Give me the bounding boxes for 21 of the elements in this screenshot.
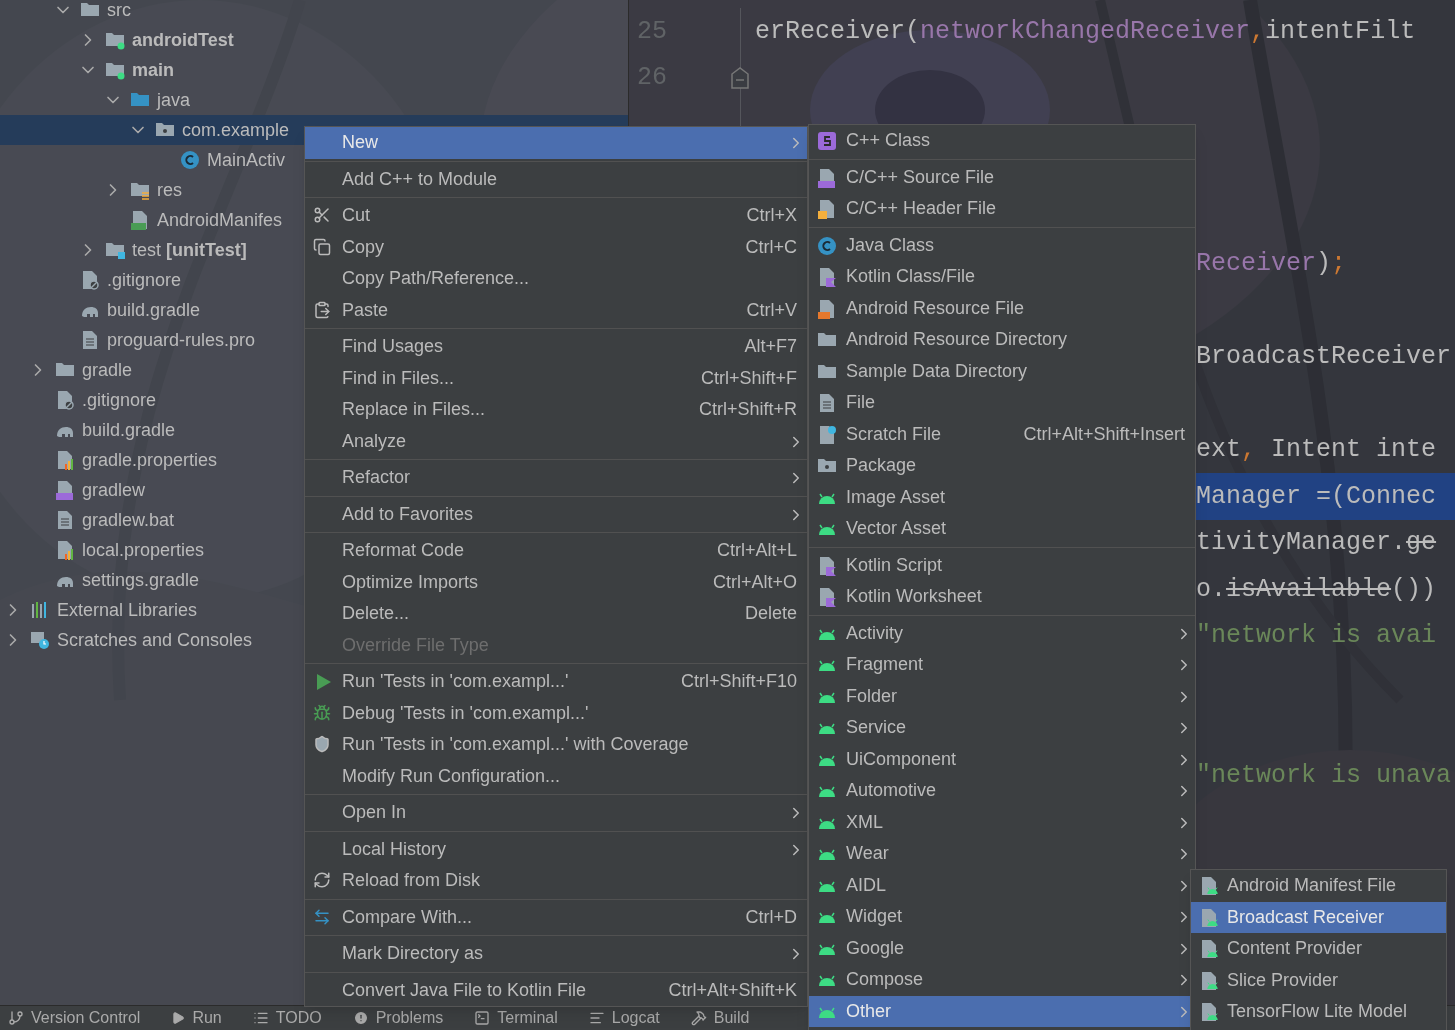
shortcut-label: Ctrl+Alt+L bbox=[716, 539, 797, 563]
shortcut-label: Ctrl+Shift+R bbox=[698, 398, 797, 422]
shortcut-label: Ctrl+D bbox=[745, 905, 797, 929]
shortcut-label: Ctrl+V bbox=[746, 298, 797, 322]
shortcut-label: Ctrl+Shift+F10 bbox=[680, 670, 797, 694]
code-line: erReceiver(networkChangedReceiver,intentFilt bbox=[755, 15, 1416, 48]
shortcut-label: Ctrl+Alt+Shift+Insert bbox=[1023, 422, 1185, 446]
code-line: Receiver); bbox=[1196, 248, 1348, 280]
shortcut-label: Ctrl+C bbox=[745, 235, 797, 259]
code-line: "network is unava bbox=[1196, 759, 1453, 792]
code-line: ext, Intent inte bbox=[1196, 434, 1438, 466]
code-line: tivityManager.ge bbox=[1196, 527, 1438, 559]
shortcut-label: Ctrl+Alt+Shift+K bbox=[668, 978, 797, 1002]
shortcut-label: Ctrl+Shift+F bbox=[700, 366, 797, 390]
code-line: o.isAvailable()) bbox=[1196, 573, 1438, 606]
shortcut-label: Ctrl+X bbox=[746, 204, 797, 228]
code-line: "network is avai bbox=[1196, 620, 1438, 652]
shortcut-label: Ctrl+Alt+O bbox=[712, 570, 797, 594]
shortcut-label: Delete bbox=[744, 602, 797, 626]
code-line: BroadcastReceiver bbox=[1196, 341, 1453, 373]
shortcut-label: Alt+F7 bbox=[744, 335, 797, 359]
